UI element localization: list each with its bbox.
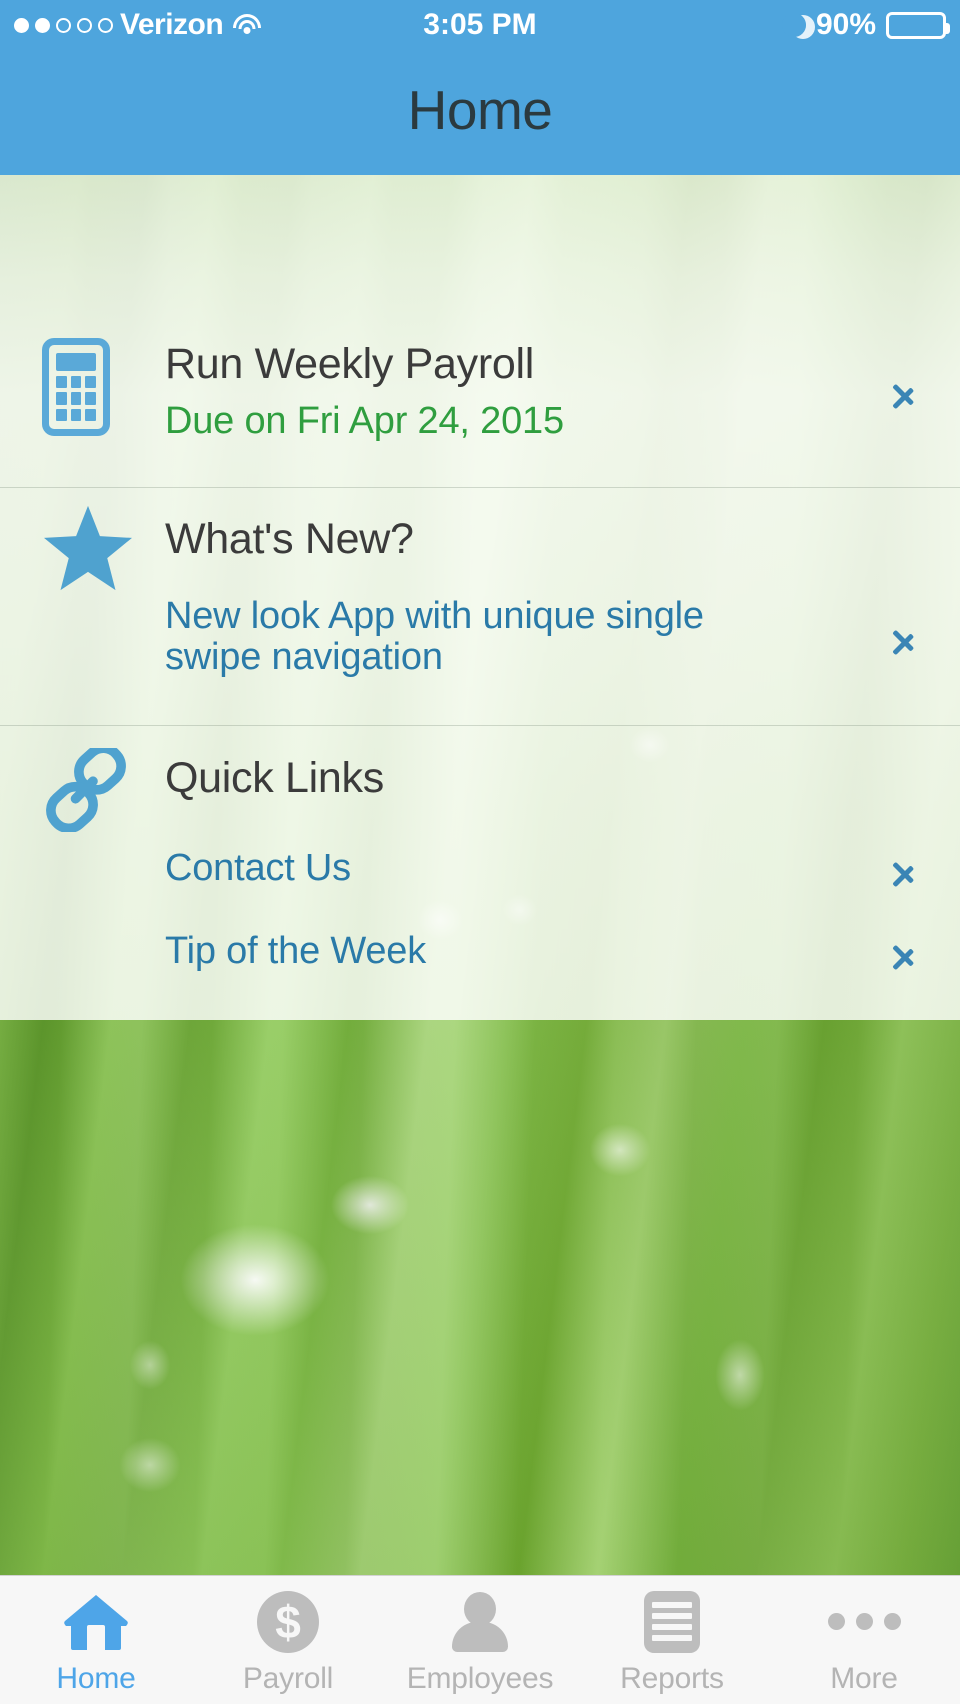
row-title: Run Weekly Payroll xyxy=(165,340,535,388)
document-icon xyxy=(644,1590,700,1653)
row-title: What's New? xyxy=(165,515,414,563)
row-quick-links: Quick Links Contact Us Tip of the Week xyxy=(0,726,960,1020)
ellipsis-icon xyxy=(827,1591,901,1653)
status-bar-right: 90% xyxy=(781,8,950,42)
home-icon xyxy=(63,1591,129,1653)
tab-employees[interactable]: Employees xyxy=(384,1576,576,1704)
battery-percent-label: 90% xyxy=(815,8,876,41)
row-run-weekly-payroll[interactable]: Run Weekly Payroll Due on Fri Apr 24, 20… xyxy=(0,175,960,488)
page-title: Home xyxy=(407,79,553,141)
calculator-icon xyxy=(42,338,110,436)
moon-icon xyxy=(781,13,806,37)
row-title: Quick Links xyxy=(165,754,384,802)
tab-payroll[interactable]: $ Payroll xyxy=(192,1576,384,1704)
row-subtitle-due-date: Due on Fri Apr 24, 2015 xyxy=(165,400,564,442)
tab-label: Payroll xyxy=(242,1661,334,1695)
tab-bar: Home $ Payroll Employees Reports More xyxy=(0,1575,960,1704)
status-bar: Verizon 3:05 PM 90% xyxy=(0,0,960,58)
content-area: Run Weekly Payroll Due on Fri Apr 24, 20… xyxy=(0,175,960,1020)
navigation-header: Verizon 3:05 PM 90% Home xyxy=(0,0,960,175)
battery-icon xyxy=(886,11,950,39)
chevron-right-icon[interactable] xyxy=(890,850,920,894)
chevron-right-icon[interactable] xyxy=(890,933,920,977)
person-icon xyxy=(451,1591,509,1653)
tab-home[interactable]: Home xyxy=(0,1576,192,1704)
row-whats-new[interactable]: What's New? New look App with unique sin… xyxy=(0,488,960,726)
tab-reports[interactable]: Reports xyxy=(576,1576,768,1704)
tab-label: Home xyxy=(56,1661,136,1695)
quick-link-tip-of-the-week[interactable]: Tip of the Week xyxy=(165,930,426,972)
chevron-right-icon[interactable] xyxy=(890,372,920,416)
whats-new-link[interactable]: New look App with unique single swipe na… xyxy=(165,595,765,678)
tab-label: Employees xyxy=(406,1661,554,1695)
link-chain-icon xyxy=(42,743,130,837)
dollar-circle-icon: $ xyxy=(257,1590,319,1653)
quick-link-contact-us[interactable]: Contact Us xyxy=(165,847,351,889)
tab-label: More xyxy=(830,1661,898,1695)
star-icon xyxy=(42,504,134,597)
chevron-right-icon[interactable] xyxy=(890,618,920,662)
app-screen: Verizon 3:05 PM 90% Home Run Weekly Payr… xyxy=(0,0,960,1704)
tab-more[interactable]: More xyxy=(768,1576,960,1704)
tab-label: Reports xyxy=(620,1661,724,1695)
